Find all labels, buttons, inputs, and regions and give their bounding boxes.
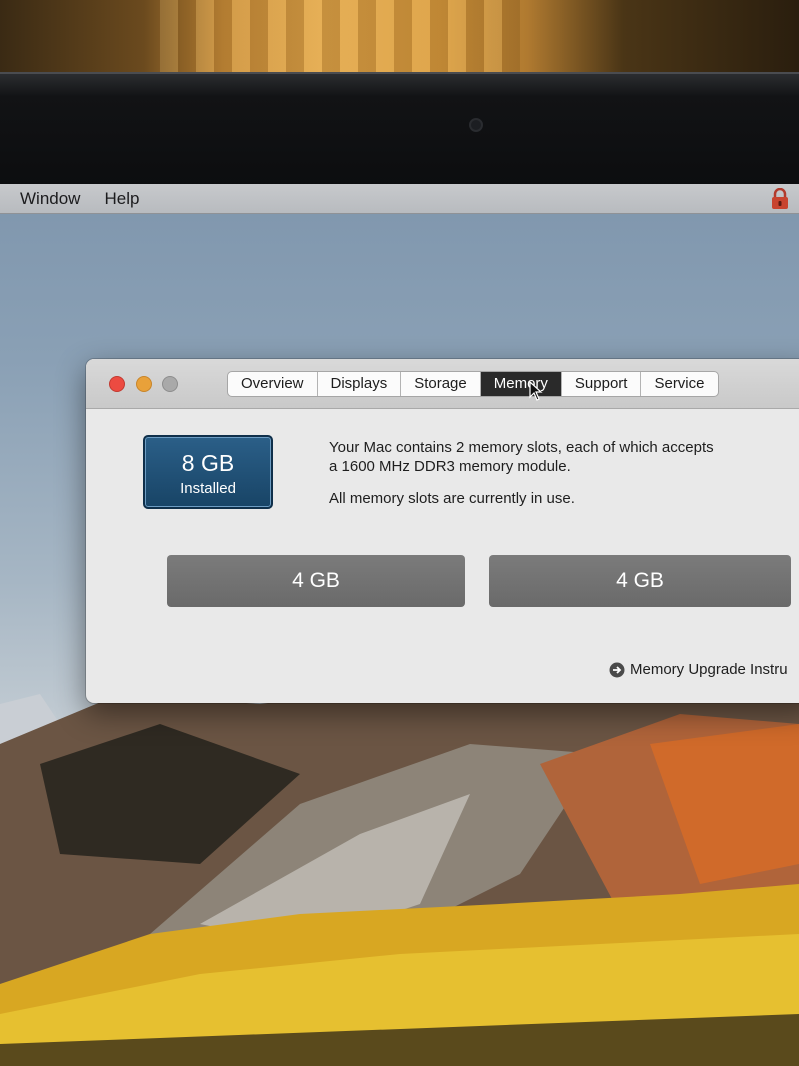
about-this-mac-window: Overview Displays Storage Memory Support…: [86, 359, 799, 703]
tab-overview[interactable]: Overview: [228, 372, 318, 396]
zoom-button[interactable]: [162, 376, 178, 392]
mouse-cursor-icon: [529, 381, 543, 401]
close-button[interactable]: [109, 376, 125, 392]
webcam: [469, 118, 483, 132]
tab-bar: Overview Displays Storage Memory Support…: [227, 371, 719, 397]
memory-slot-status: All memory slots are currently in use.: [329, 490, 575, 507]
tab-support[interactable]: Support: [562, 372, 642, 396]
tab-memory[interactable]: Memory: [480, 372, 562, 396]
tab-service[interactable]: Service: [641, 372, 717, 396]
window-titlebar: Overview Displays Storage Memory Support…: [86, 359, 799, 409]
memory-description-line1: Your Mac contains 2 memory slots, each o…: [329, 439, 714, 456]
screen: Window Help Overview Displays Storage Me…: [0, 184, 799, 1066]
laptop-bezel: [0, 72, 799, 188]
memory-upgrade-label[interactable]: Memory Upgrade Instru: [630, 661, 788, 678]
lock-icon[interactable]: [771, 188, 789, 210]
minimize-button[interactable]: [136, 376, 152, 392]
menu-help[interactable]: Help: [104, 189, 139, 209]
memory-installed-badge: 8 GB Installed: [143, 435, 273, 509]
memory-upgrade-link[interactable]: Memory Upgrade Instru: [609, 661, 788, 678]
installed-size: 8 GB: [181, 450, 235, 476]
memory-slot-1: 4 GB: [167, 555, 465, 607]
wallpaper-mountains: [0, 684, 799, 1066]
menu-window[interactable]: Window: [20, 189, 80, 209]
memory-description: Your Mac contains 2 memory slots, each o…: [329, 438, 799, 476]
tab-storage[interactable]: Storage: [401, 372, 481, 396]
arrow-circle-icon: [609, 662, 625, 677]
tab-displays[interactable]: Displays: [318, 372, 402, 396]
memory-description-line2: a 1600 MHz DDR3 memory module.: [329, 458, 571, 475]
memory-slot-2: 4 GB: [489, 555, 791, 607]
installed-label: Installed: [180, 480, 236, 497]
menu-bar: Window Help: [0, 184, 799, 214]
background-room: [0, 0, 799, 80]
